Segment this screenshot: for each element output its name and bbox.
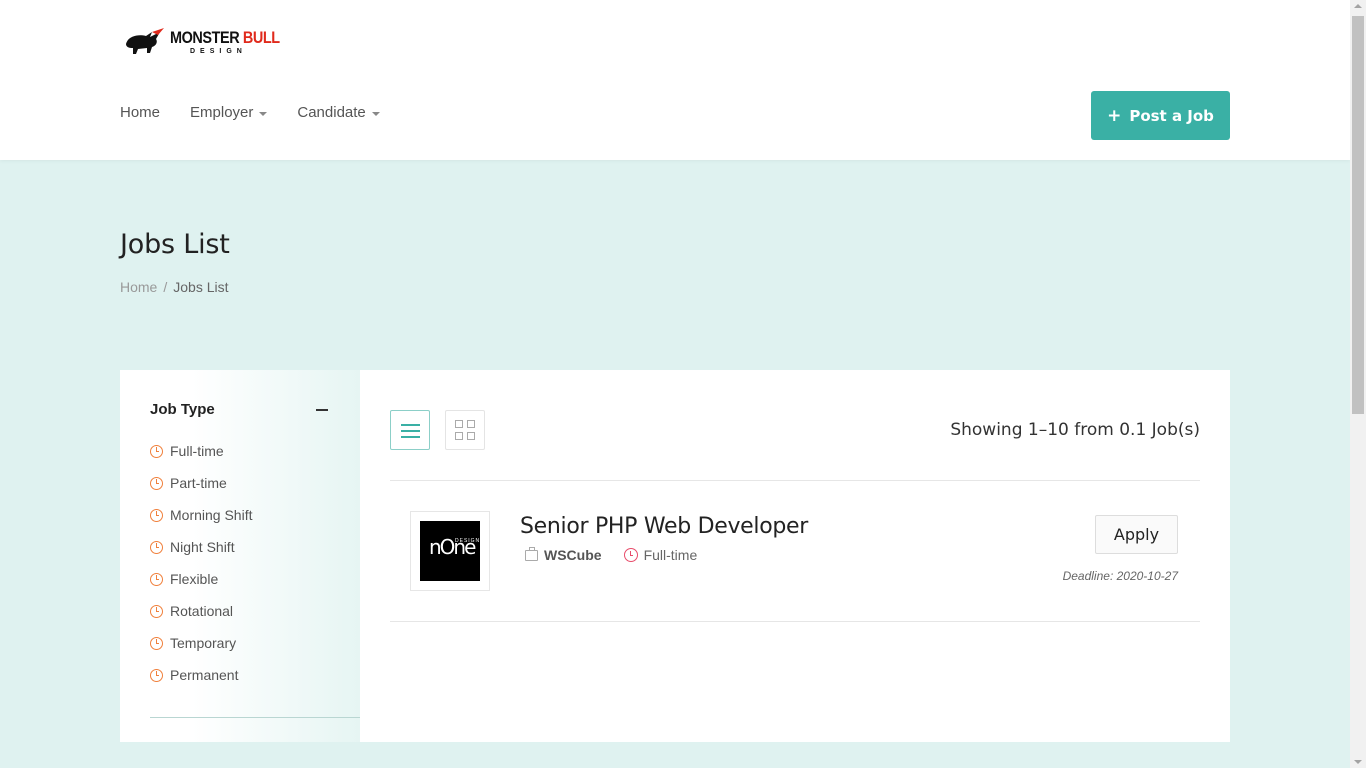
filter-item-temporary[interactable]: Temporary	[150, 633, 252, 665]
filter-item-rotational[interactable]: Rotational	[150, 601, 252, 633]
divider	[390, 621, 1200, 622]
list-icon	[401, 424, 420, 442]
clock-icon	[623, 548, 638, 562]
caret-down-icon	[371, 111, 380, 116]
job-company[interactable]: WSCube	[525, 546, 602, 563]
breadcrumb: Home / Jobs List	[120, 279, 229, 295]
filter-item-full-time[interactable]: Full-time	[150, 441, 252, 473]
filter-item-part-time[interactable]: Part-time	[150, 473, 252, 505]
scroll-down-arrow-icon[interactable]	[1354, 760, 1362, 764]
nav-home[interactable]: Home	[120, 104, 160, 121]
apply-button[interactable]: Apply	[1095, 515, 1178, 554]
bull-icon	[126, 28, 164, 54]
filter-item-flexible[interactable]: Flexible	[150, 569, 252, 601]
grid-view-button[interactable]	[445, 410, 485, 450]
post-job-button[interactable]: + Post a Job	[1091, 91, 1230, 140]
clock-icon	[150, 444, 163, 458]
main-nav: Home Employer Candidate	[120, 104, 380, 121]
site-header: MONSTER BULL DESIGN Home Employer Candid…	[0, 0, 1350, 160]
plus-icon: +	[1107, 105, 1122, 126]
clock-icon	[150, 636, 163, 650]
clock-icon	[150, 572, 163, 586]
breadcrumb-current: Jobs List	[173, 279, 229, 295]
job-type-filter: Job Type Full-time Part-time Morning Shi…	[120, 370, 360, 742]
filter-item-morning-shift[interactable]: Morning Shift	[150, 505, 252, 537]
nav-candidate[interactable]: Candidate	[297, 104, 380, 121]
scroll-up-arrow-icon[interactable]	[1354, 4, 1362, 8]
brand-logo[interactable]: MONSTER BULL DESIGN	[122, 26, 299, 58]
job-listing-panel: Showing 1–10 from 0.1 Job(s) nOne DESIGN…	[360, 370, 1230, 742]
job-deadline: Deadline: 2020-10-27	[1062, 569, 1178, 583]
scrollbar-thumb[interactable]	[1352, 16, 1364, 414]
company-logo[interactable]: nOne DESIGN	[410, 511, 490, 591]
clock-icon	[150, 540, 163, 554]
collapse-minus-icon[interactable]	[316, 409, 328, 411]
results-count: Showing 1–10 from 0.1 Job(s)	[950, 420, 1200, 440]
job-title[interactable]: Senior PHP Web Developer	[520, 514, 808, 539]
job-type-list: Full-time Part-time Morning Shift Night …	[150, 441, 252, 697]
briefcase-icon	[525, 546, 538, 561]
brand-wordmark: MONSTER BULL DESIGN	[170, 28, 280, 55]
breadcrumb-home-link[interactable]: Home	[120, 279, 157, 295]
job-meta: WSCube Full-time	[525, 546, 697, 563]
filter-item-night-shift[interactable]: Night Shift	[150, 537, 252, 569]
nav-employer[interactable]: Employer	[190, 104, 268, 121]
page-scrollbar[interactable]	[1350, 0, 1366, 768]
divider	[150, 717, 360, 718]
clock-icon	[150, 604, 163, 618]
clock-icon	[150, 476, 163, 490]
filter-item-permanent[interactable]: Permanent	[150, 665, 252, 697]
divider	[390, 480, 1200, 481]
page-title: Jobs List	[120, 229, 230, 260]
filter-title: Job Type	[150, 401, 215, 418]
list-view-button[interactable]	[390, 410, 430, 450]
breadcrumb-separator: /	[163, 279, 168, 295]
caret-down-icon	[259, 111, 268, 116]
grid-icon	[455, 420, 476, 441]
clock-icon	[150, 508, 163, 522]
job-type: Full-time	[623, 547, 697, 563]
clock-icon	[150, 668, 163, 682]
